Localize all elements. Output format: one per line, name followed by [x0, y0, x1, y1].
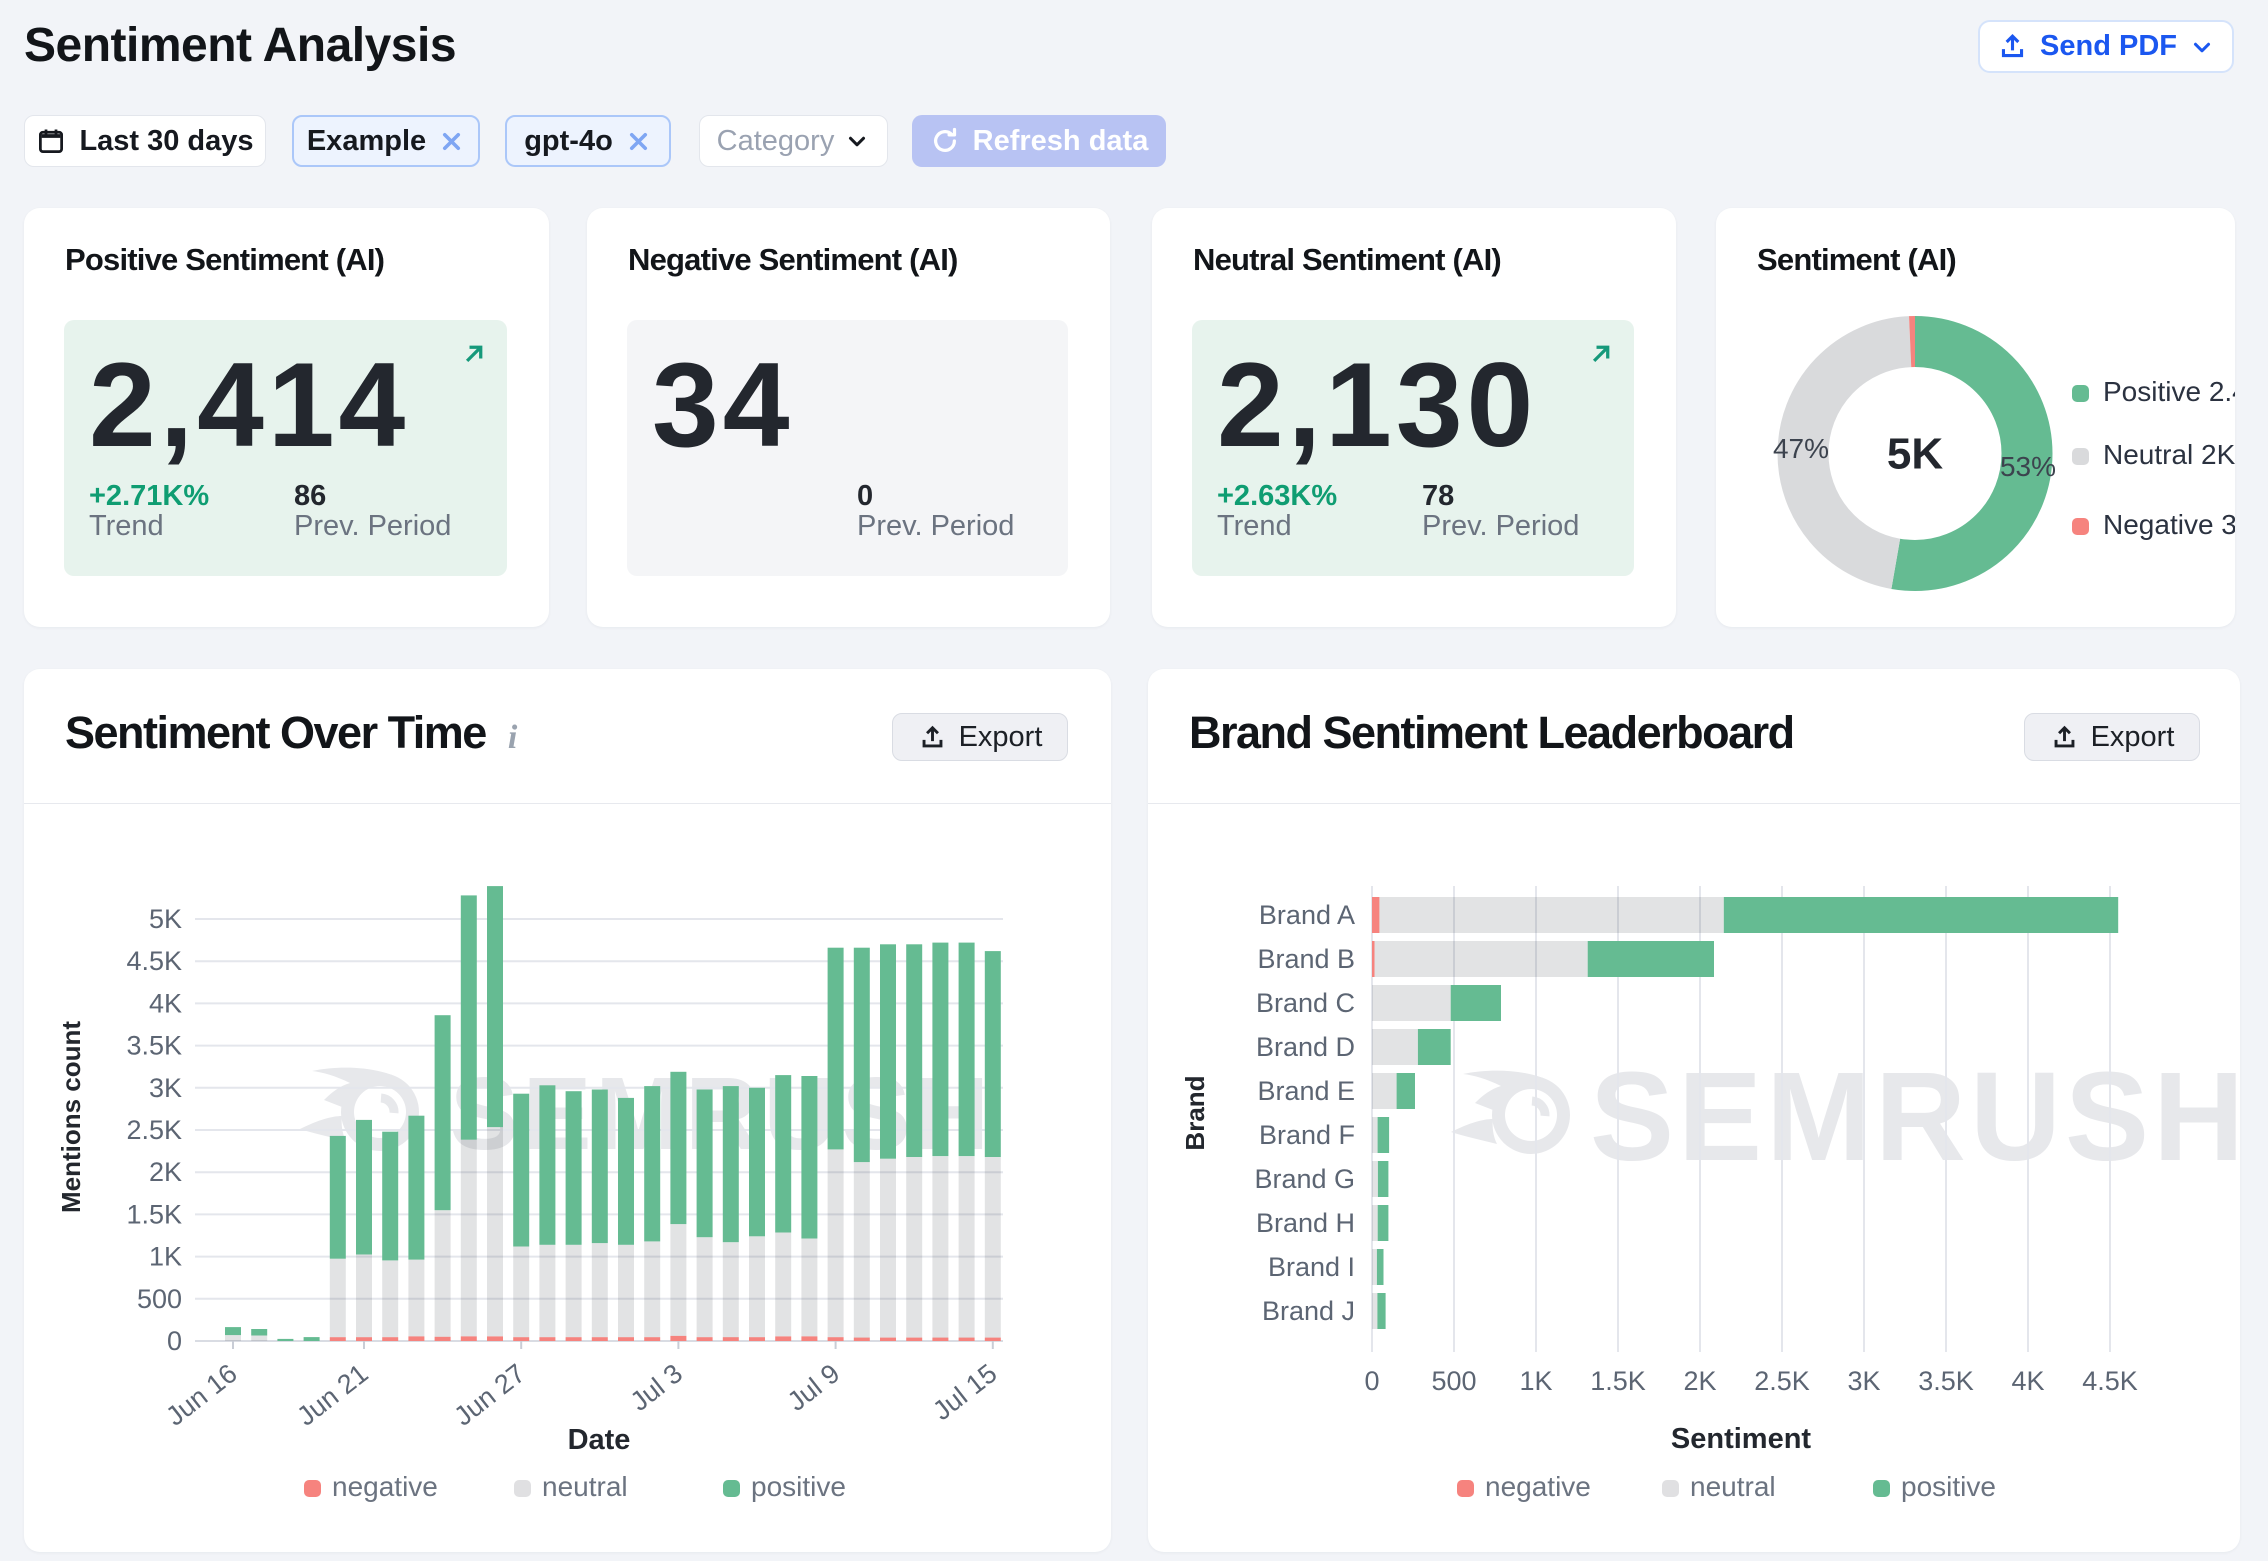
svg-text:3.5K: 3.5K: [1918, 1366, 1974, 1396]
svg-text:Jun 21: Jun 21: [291, 1358, 373, 1432]
svg-text:Jun 16: Jun 16: [160, 1358, 242, 1432]
svg-text:4.5K: 4.5K: [2082, 1366, 2138, 1396]
svg-text:4K: 4K: [2011, 1366, 2044, 1396]
svg-text:0: 0: [1364, 1366, 1379, 1396]
svg-text:Brand G: Brand G: [1254, 1164, 1355, 1194]
svg-text:Brand B: Brand B: [1257, 944, 1355, 974]
svg-text:Brand F: Brand F: [1259, 1120, 1355, 1150]
svg-text:neutral: neutral: [1690, 1471, 1776, 1502]
svg-text:Sentiment: Sentiment: [1671, 1423, 1812, 1455]
svg-text:Brand: Brand: [1180, 1075, 1210, 1150]
svg-text:1K: 1K: [149, 1242, 182, 1272]
svg-text:Jul 15: Jul 15: [927, 1358, 1002, 1426]
svg-text:Brand J: Brand J: [1262, 1296, 1355, 1326]
svg-text:2.5K: 2.5K: [126, 1115, 182, 1145]
svg-text:2.5K: 2.5K: [1754, 1366, 1810, 1396]
svg-text:Jul 3: Jul 3: [625, 1358, 688, 1417]
svg-text:500: 500: [1431, 1366, 1476, 1396]
svg-text:5K: 5K: [149, 904, 182, 934]
svg-text:5K: 5K: [1887, 430, 1943, 479]
svg-text:SEMRUSH: SEMRUSH: [1590, 1046, 2240, 1187]
svg-text:Brand I: Brand I: [1268, 1252, 1355, 1282]
svg-text:Brand D: Brand D: [1256, 1032, 1355, 1062]
svg-text:Neutral 2K (47%): Neutral 2K (47%): [2103, 439, 2235, 470]
svg-text:positive: positive: [1901, 1471, 1996, 1502]
svg-text:500: 500: [137, 1284, 182, 1314]
svg-text:Positive 2.4K (53%): Positive 2.4K (53%): [2103, 376, 2235, 407]
svg-text:4K: 4K: [149, 988, 182, 1018]
svg-text:3K: 3K: [1847, 1366, 1880, 1396]
svg-text:negative: negative: [332, 1471, 438, 1502]
svg-text:3.5K: 3.5K: [126, 1031, 182, 1061]
svg-text:Jun 27: Jun 27: [449, 1358, 531, 1432]
svg-text:Jul 9: Jul 9: [782, 1358, 845, 1417]
svg-text:1K: 1K: [1519, 1366, 1552, 1396]
svg-text:47%: 47%: [1773, 433, 1829, 464]
svg-text:negative: negative: [1485, 1471, 1591, 1502]
svg-text:53%: 53%: [2000, 451, 2056, 482]
svg-text:neutral: neutral: [542, 1471, 628, 1502]
svg-text:2K: 2K: [149, 1157, 182, 1187]
svg-text:1.5K: 1.5K: [126, 1199, 182, 1229]
svg-text:4.5K: 4.5K: [126, 946, 182, 976]
svg-text:2K: 2K: [1683, 1366, 1716, 1396]
svg-text:Brand E: Brand E: [1257, 1076, 1355, 1106]
svg-text:Brand C: Brand C: [1256, 988, 1355, 1018]
svg-text:positive: positive: [751, 1471, 846, 1502]
svg-text:Date: Date: [568, 1424, 631, 1456]
svg-text:Mentions count: Mentions count: [56, 1021, 86, 1213]
svg-text:Brand A: Brand A: [1259, 900, 1355, 930]
svg-text:Negative 34 (1%): Negative 34 (1%): [2103, 509, 2235, 540]
svg-text:Brand H: Brand H: [1256, 1208, 1355, 1238]
svg-text:0: 0: [167, 1326, 182, 1356]
svg-text:1.5K: 1.5K: [1590, 1366, 1646, 1396]
svg-text:3K: 3K: [149, 1073, 182, 1103]
